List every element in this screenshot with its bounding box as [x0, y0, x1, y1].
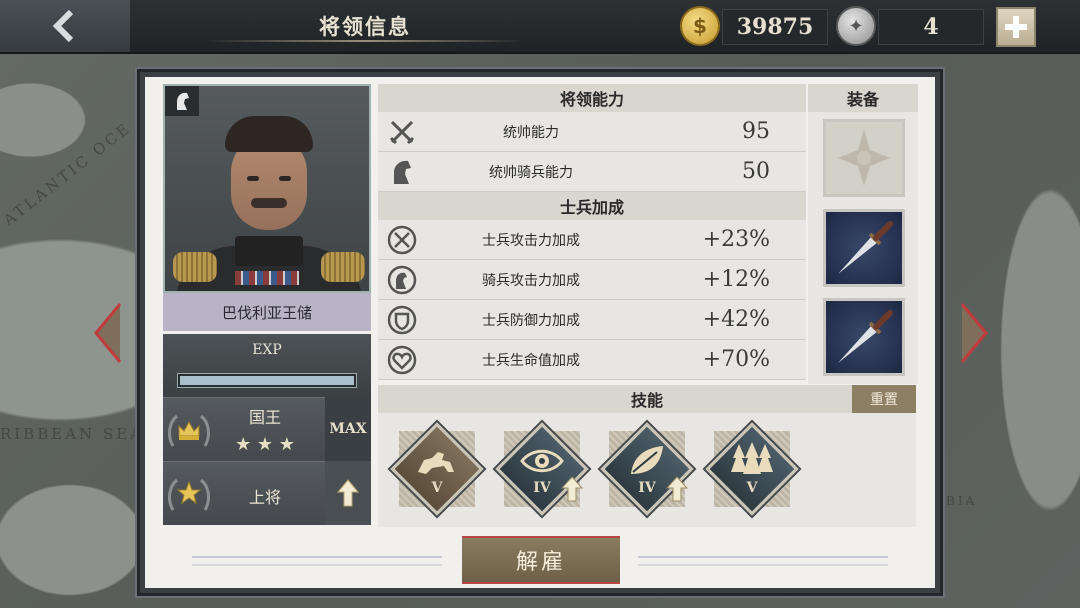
military-rank-row: 上将 — [163, 461, 325, 525]
bonus-row-cavalry-attack: 骑兵攻击力加成 +12% — [378, 260, 806, 300]
nobility-rank-row: 国王 ★ ★ ★ — [163, 397, 325, 461]
bonus-name: 士兵防御力加成 — [482, 312, 580, 329]
ability-value: 50 — [742, 159, 770, 184]
ability-row-command: 统帅能力 95 — [378, 112, 806, 152]
ability-row-cavalry-command: 统帅骑兵能力 50 — [378, 152, 806, 192]
dismiss-general-button[interactable]: 解雇 — [462, 536, 620, 584]
leaf-icon — [631, 446, 663, 474]
title-underline — [205, 40, 525, 42]
bonus-name: 骑兵攻击力加成 — [482, 272, 580, 289]
skill-level: V — [746, 480, 758, 496]
ability-value: 95 — [742, 119, 770, 144]
back-button[interactable] — [0, 0, 130, 52]
skill-level: V — [431, 480, 443, 496]
military-rank-title: 上将 — [248, 488, 281, 507]
add-currency-button[interactable] — [996, 7, 1036, 47]
promote-rank-button[interactable] — [325, 461, 371, 525]
equipment-slot-empty[interactable] — [823, 119, 905, 197]
nobility-rank-title: 国王 — [248, 408, 281, 427]
portrait-mustache — [251, 198, 287, 208]
exp-block: EXP — [163, 334, 371, 397]
exp-bar-fill — [180, 376, 354, 385]
next-general-arrow[interactable] — [958, 302, 990, 364]
portrait-collar — [235, 236, 303, 266]
crown-laurel-icon — [168, 414, 210, 447]
horse-head-icon — [378, 152, 426, 192]
portrait-eye-left — [247, 176, 259, 181]
equipment-slot-dagger-1[interactable] — [823, 209, 905, 287]
bonus-value: +23% — [702, 227, 770, 252]
plus-icon — [1005, 16, 1027, 38]
abilities-table: 将领能力 统帅能力 95 统帅骑兵能力 50 士兵加成 士兵攻击力加成 +23%… — [378, 84, 806, 380]
cavalry-class-badge — [165, 86, 199, 116]
map-label-caribbean: RIBBEAN SEA — [0, 425, 144, 443]
exp-bar — [177, 373, 357, 388]
portrait-epaulette-left — [173, 252, 217, 282]
portrait-eye-right — [279, 176, 291, 181]
portrait-hair — [225, 116, 313, 152]
medal-amount: 4 — [878, 9, 984, 45]
forest-icon — [731, 442, 773, 474]
footer-decoration-left-2 — [192, 564, 442, 566]
equipment-header: 装备 — [808, 84, 918, 112]
bonus-row-health: 士兵生命值加成 +70% — [378, 340, 806, 380]
eye-icon — [520, 449, 564, 473]
dagger-icon — [838, 221, 893, 274]
attack-up-icon — [378, 220, 426, 260]
bonus-name: 士兵生命值加成 — [482, 352, 580, 369]
cavalry-up-icon — [378, 260, 426, 300]
bonus-value: +70% — [702, 347, 770, 372]
bonus-row-defense: 士兵防御力加成 +42% — [378, 300, 806, 340]
up-arrow-icon — [561, 476, 583, 502]
dagger-icon — [838, 310, 893, 363]
back-arrow-icon — [52, 9, 74, 43]
cavalry-charge-icon — [418, 452, 454, 474]
abilities-header: 将领能力 — [378, 84, 806, 112]
skills-header: 技能 — [378, 385, 916, 413]
portrait-medals — [235, 271, 299, 285]
nobility-stars: ★ ★ ★ — [235, 434, 295, 455]
ability-name: 统帅骑兵能力 — [489, 164, 573, 181]
map-label-east: BIA — [946, 494, 978, 508]
military-laurel-icon — [168, 478, 210, 511]
previous-general-arrow[interactable] — [92, 302, 124, 364]
bonus-value: +42% — [702, 307, 770, 332]
horse-head-icon — [177, 92, 189, 110]
bonus-value: +12% — [702, 267, 770, 292]
up-arrow-icon — [666, 476, 688, 502]
medal-icon: ✦ — [836, 6, 876, 46]
order-cross-icon — [838, 130, 890, 186]
shield-up-icon — [378, 300, 426, 340]
skill-slot-3[interactable]: IV — [600, 422, 694, 516]
exp-label: EXP — [252, 342, 282, 358]
bonus-name: 士兵攻击力加成 — [482, 232, 580, 249]
general-portrait — [163, 84, 371, 293]
footer-decoration-left — [192, 556, 442, 558]
footer-decoration-right — [638, 556, 888, 558]
nobility-max-indicator: MAX — [325, 397, 371, 461]
bonus-row-attack: 士兵攻击力加成 +23% — [378, 220, 806, 260]
up-arrow-icon — [337, 479, 359, 507]
portrait-epaulette-right — [321, 252, 365, 282]
ability-name: 统帅能力 — [503, 124, 559, 141]
bonuses-header: 士兵加成 — [378, 192, 806, 220]
skill-slot-1[interactable]: V — [390, 422, 484, 516]
reset-skills-button[interactable]: 重置 — [852, 385, 916, 413]
gold-amount: 39875 — [722, 9, 828, 45]
gold-coin-icon: $ — [680, 6, 720, 46]
skill-slot-2[interactable]: IV — [495, 422, 589, 516]
footer-decoration-right-2 — [638, 564, 888, 566]
general-name: 巴伐利亚王储 — [163, 293, 371, 331]
max-label: MAX — [329, 421, 367, 437]
equipment-slot-dagger-2[interactable] — [823, 298, 905, 376]
skill-slot-4[interactable]: V — [705, 422, 799, 516]
heart-up-icon — [378, 340, 426, 380]
crossed-swords-icon — [378, 112, 426, 152]
page-title: 将领信息 — [319, 15, 411, 39]
